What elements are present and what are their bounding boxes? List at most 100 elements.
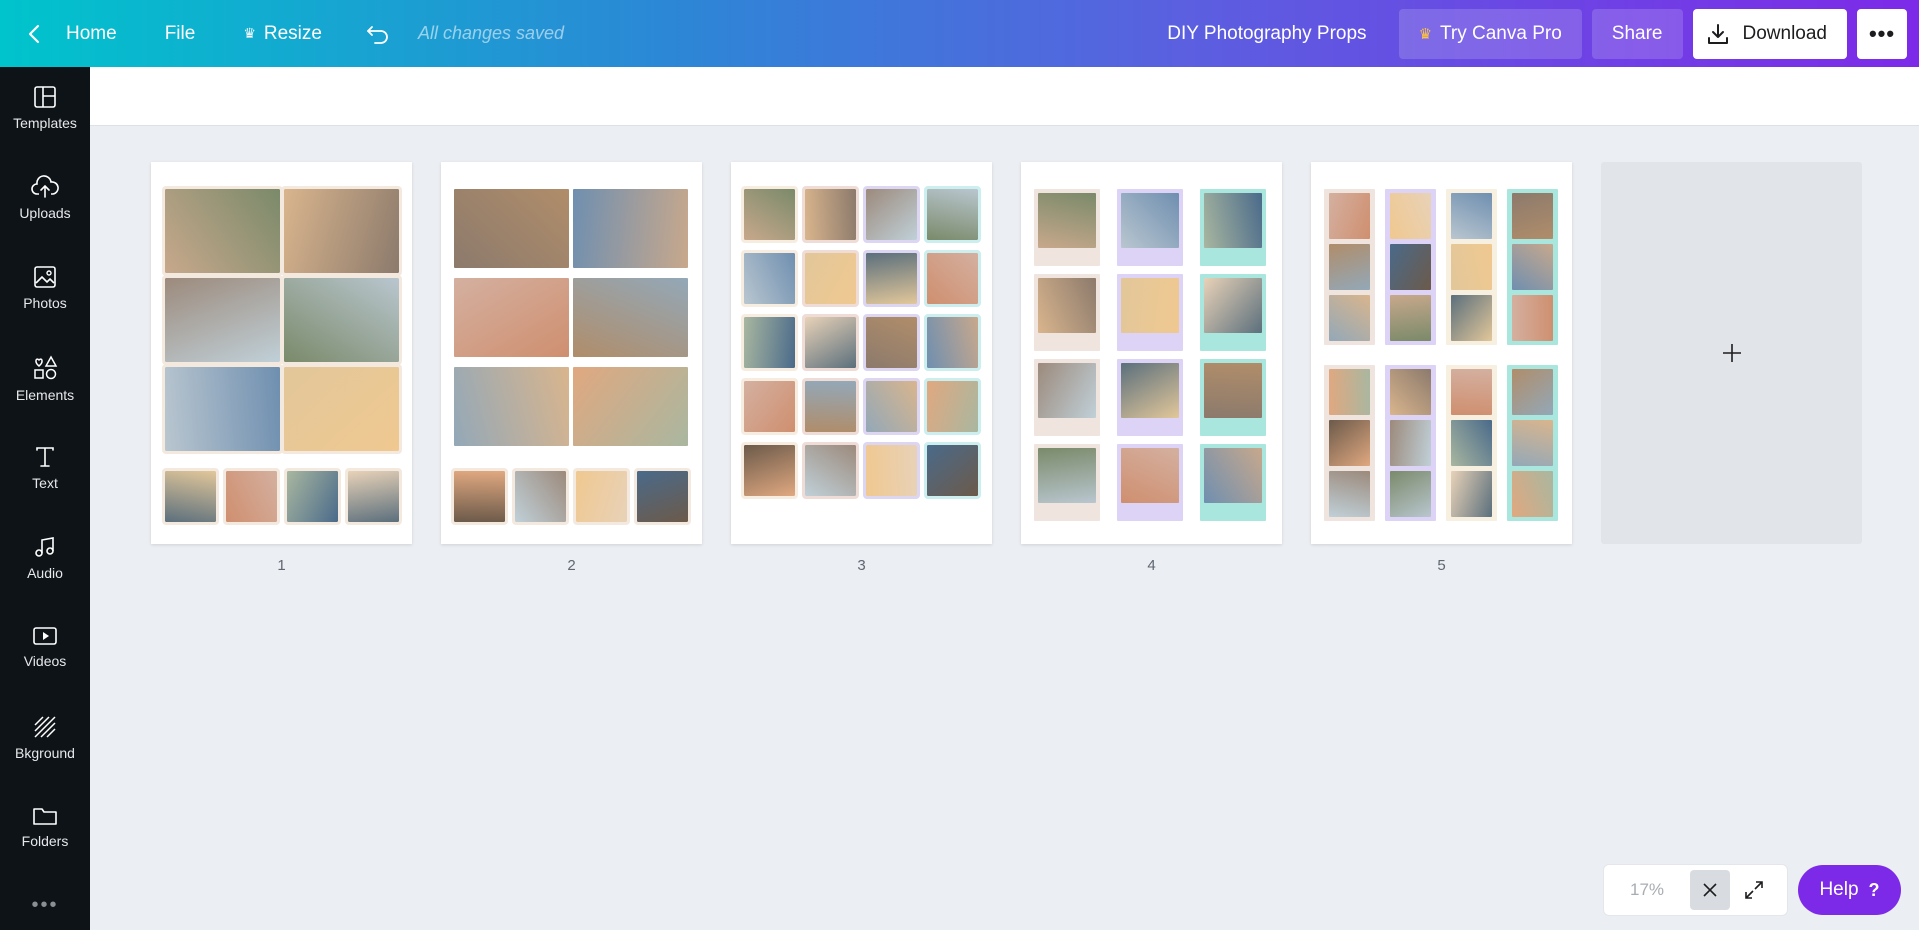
question-icon: ? <box>1868 879 1880 900</box>
photo-icon <box>34 266 56 288</box>
photo-thumbnail <box>924 442 981 499</box>
photo-thumbnail <box>284 468 341 525</box>
photo-thumbnail <box>162 275 283 365</box>
back-chevron-icon[interactable] <box>28 24 46 44</box>
photo-thumbnail <box>1121 448 1179 503</box>
page-number: 3 <box>857 557 866 574</box>
photo-thumbnail <box>1512 471 1553 517</box>
video-icon <box>33 627 57 645</box>
photo-thumbnail <box>1038 193 1096 248</box>
page-number: 4 <box>1147 557 1156 574</box>
photo-thumbnail <box>1329 193 1370 239</box>
resize-button[interactable]: ♛ Resize <box>243 0 322 67</box>
zoom-level[interactable]: 17% <box>1604 880 1690 900</box>
more-options-button[interactable]: ••• <box>1857 8 1907 59</box>
plus-icon <box>1722 344 1741 362</box>
photo-thumbnail <box>573 367 688 446</box>
photo-thumbnail <box>924 314 981 371</box>
page-thumbnail-3[interactable] <box>731 162 992 544</box>
text-icon <box>36 447 54 467</box>
add-page-button[interactable] <box>1601 162 1862 544</box>
photo-thumbnail <box>863 314 920 371</box>
photo-thumbnail <box>1451 295 1492 341</box>
photo-thumbnail <box>1038 448 1096 503</box>
sidebar-item-label: Elements <box>15 387 75 403</box>
share-button[interactable]: Share <box>1591 8 1683 59</box>
help-label: Help <box>1819 879 1859 900</box>
photo-thumbnail <box>1451 369 1492 415</box>
photo-thumbnail <box>1121 193 1179 248</box>
photo-thumbnail <box>1204 193 1262 248</box>
sidebar-item-videos[interactable]: Videos <box>0 607 90 689</box>
home-button[interactable]: Home <box>66 0 117 67</box>
photo-thumbnail <box>863 250 920 307</box>
sidebar-item-label: Bkground <box>15 745 75 761</box>
photo-thumbnail <box>924 186 981 243</box>
sidebar-item-audio[interactable]: Audio <box>0 517 90 599</box>
photo-thumbnail <box>924 250 981 307</box>
photo-thumbnail <box>741 314 798 371</box>
sidebar-item-folders[interactable]: Folders <box>0 787 90 869</box>
undo-icon[interactable] <box>366 0 390 67</box>
sidebar-item-templates[interactable]: Templates <box>0 67 90 149</box>
photo-thumbnail <box>1512 295 1553 341</box>
page-thumbnail-1[interactable] <box>151 162 412 544</box>
page-number: 1 <box>277 557 286 574</box>
close-icon[interactable] <box>1690 870 1730 910</box>
sidebar-item-background[interactable]: Bkground <box>0 697 90 779</box>
photo-thumbnail <box>454 189 569 268</box>
left-sidebar: Templates Uploads Photos Elements Text A… <box>0 67 90 930</box>
save-status: All changes saved <box>417 23 565 43</box>
file-menu-button[interactable]: File <box>165 0 196 67</box>
photo-thumbnail <box>1512 244 1553 290</box>
download-label: Download <box>1742 22 1828 44</box>
sidebar-item-photos[interactable]: Photos <box>0 247 90 329</box>
sidebar-item-label: Text <box>32 475 58 491</box>
fullscreen-expand-icon[interactable] <box>1730 879 1778 901</box>
page-thumbnail-4[interactable] <box>1021 162 1282 544</box>
help-button[interactable]: Help ? <box>1798 865 1901 915</box>
photo-thumbnail <box>1390 420 1431 466</box>
photo-thumbnail <box>863 378 920 435</box>
editor-toolbar-strip <box>90 67 1919 126</box>
page-thumbnail-5[interactable] <box>1311 162 1572 544</box>
sidebar-item-uploads[interactable]: Uploads <box>0 157 90 239</box>
photo-thumbnail <box>1329 244 1370 290</box>
download-button[interactable]: Download <box>1692 8 1847 59</box>
top-toolbar: Home File ♛ Resize All changes saved DIY… <box>0 0 1919 67</box>
photo-thumbnail <box>512 468 569 525</box>
sidebar-item-label: Videos <box>23 653 67 669</box>
crown-icon: ♛ <box>1418 25 1433 43</box>
photo-thumbnail <box>802 378 859 435</box>
photo-thumbnail <box>741 250 798 307</box>
sidebar-item-elements[interactable]: Elements <box>0 337 90 419</box>
photo-thumbnail <box>454 278 569 357</box>
photo-thumbnail <box>454 367 569 446</box>
try-canva-pro-label: Try Canva Pro <box>1440 22 1562 44</box>
photo-thumbnail <box>451 468 508 525</box>
photo-thumbnail <box>223 468 280 525</box>
photo-thumbnail <box>1512 420 1553 466</box>
try-canva-pro-button[interactable]: ♛ Try Canva Pro <box>1398 8 1582 59</box>
download-icon <box>1707 23 1728 44</box>
upload-icon <box>31 175 59 198</box>
design-title[interactable]: DIY Photography Props <box>1167 0 1366 67</box>
page-thumbnail-2[interactable] <box>441 162 702 544</box>
photo-thumbnail <box>1038 278 1096 333</box>
sidebar-item-label: Folders <box>21 833 69 849</box>
sidebar-more-button[interactable]: ••• <box>0 894 90 917</box>
photo-thumbnail <box>1451 193 1492 239</box>
photo-thumbnail <box>1390 193 1431 239</box>
photo-thumbnail <box>1121 278 1179 333</box>
photo-thumbnail <box>1204 278 1262 333</box>
photo-thumbnail <box>1451 244 1492 290</box>
sidebar-item-label: Photos <box>23 295 67 311</box>
sidebar-item-text[interactable]: Text <box>0 427 90 509</box>
photo-thumbnail <box>1329 295 1370 341</box>
photo-thumbnail <box>1451 471 1492 517</box>
photo-thumbnail <box>1329 420 1370 466</box>
photo-thumbnail <box>162 364 283 454</box>
photo-thumbnail <box>1390 244 1431 290</box>
sidebar-item-label: Templates <box>13 115 77 131</box>
photo-thumbnail <box>1512 193 1553 239</box>
